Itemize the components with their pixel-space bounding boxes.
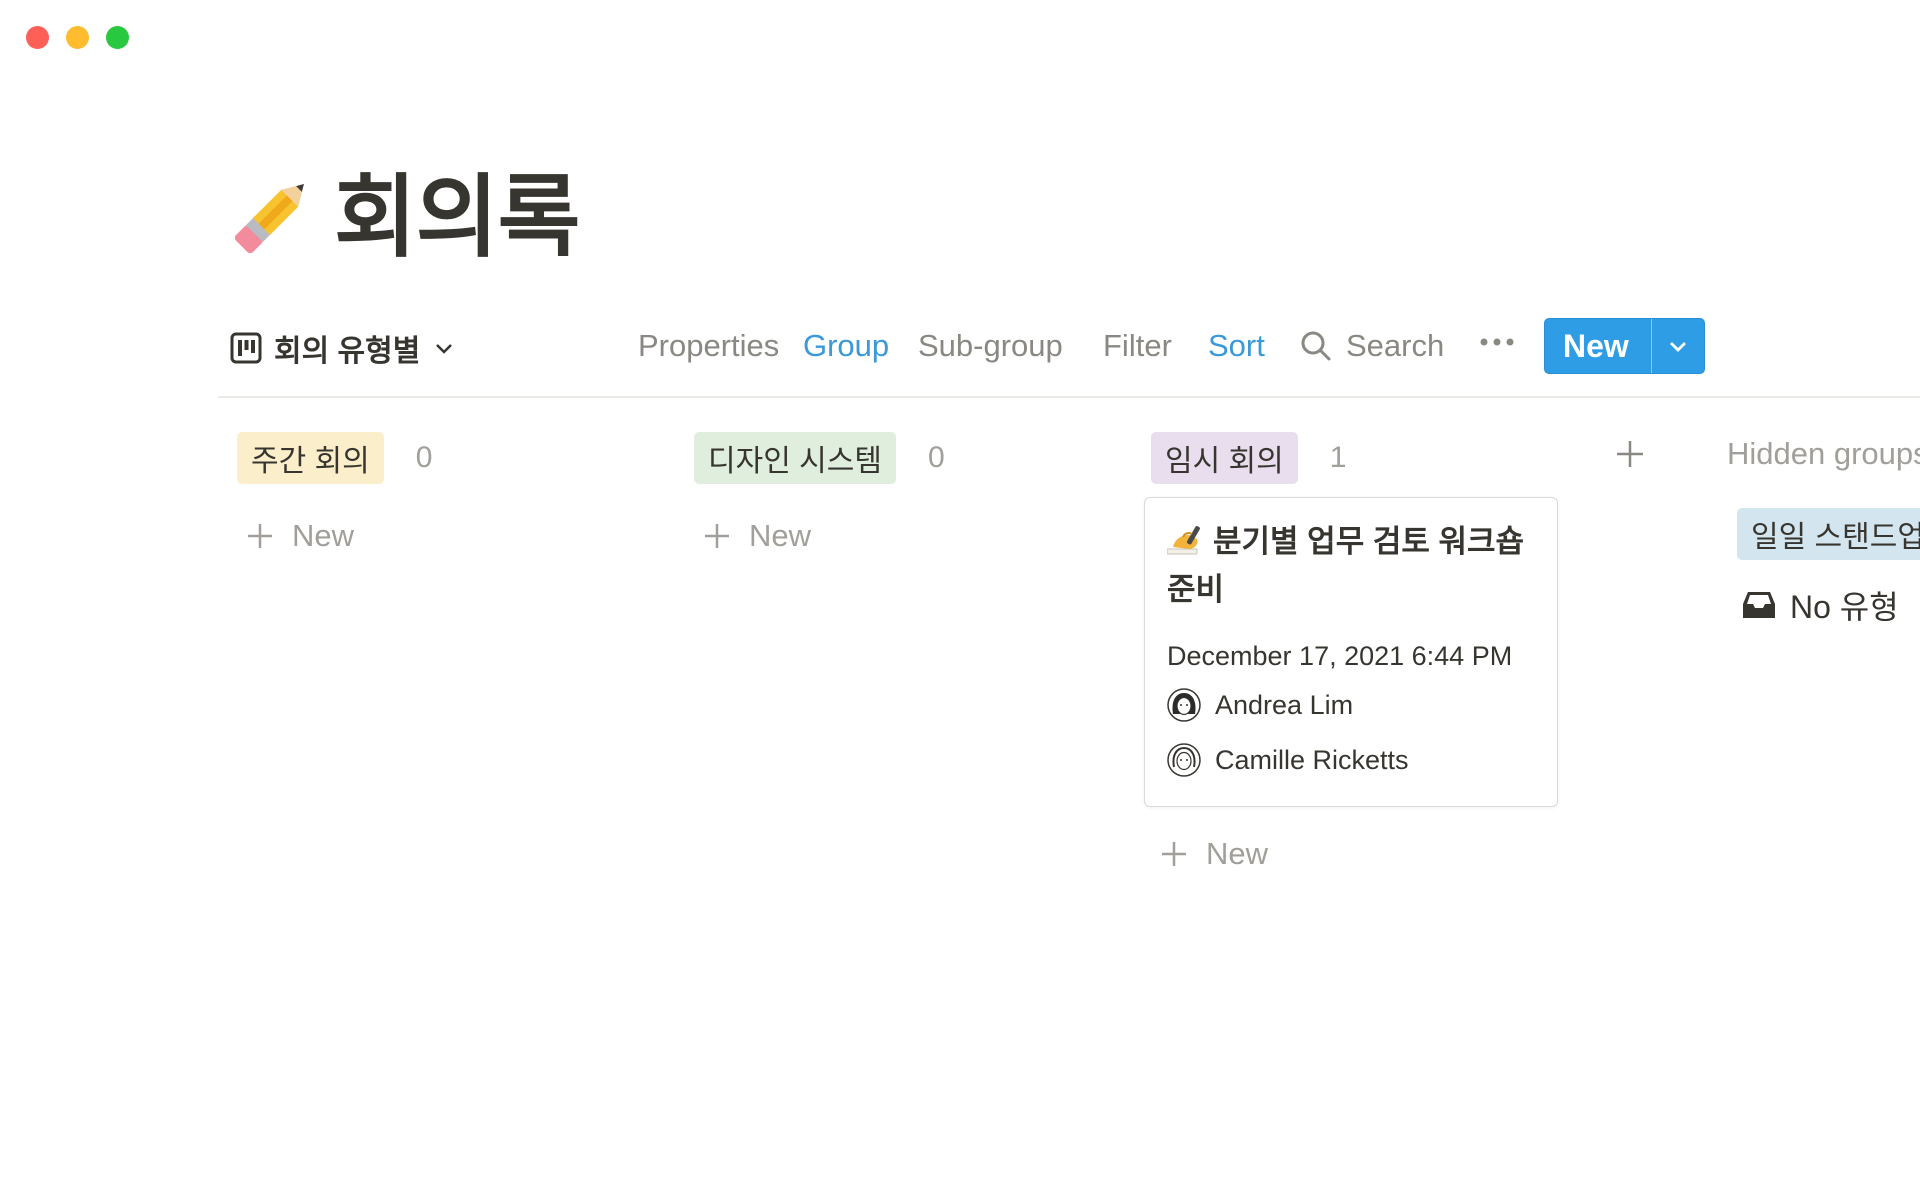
add-card-button[interactable]: New bbox=[1160, 836, 1268, 872]
card-title: 분기별 업무 검토 워크숍 준비 bbox=[1167, 518, 1537, 614]
minimize-window-button[interactable] bbox=[66, 26, 89, 49]
close-window-button[interactable] bbox=[26, 26, 49, 49]
app-window: 회의록 회의 유형별 Properties Group Sub-group Fi… bbox=[0, 0, 1920, 1200]
inbox-icon bbox=[1743, 592, 1775, 618]
person-name: Camille Ricketts bbox=[1215, 744, 1409, 775]
group-tag: 디자인 시스템 bbox=[694, 432, 896, 484]
add-card-button[interactable]: New bbox=[246, 518, 354, 554]
search-button[interactable]: Search bbox=[1300, 328, 1444, 364]
sort-button[interactable]: Sort bbox=[1208, 328, 1265, 364]
board-column-header[interactable]: 디자인 시스템 0 bbox=[694, 432, 945, 484]
card-person: Andrea Lim bbox=[1167, 688, 1353, 722]
add-card-label: New bbox=[749, 518, 812, 553]
database-toolbar: 회의 유형별 Properties Group Sub-group Filter… bbox=[218, 318, 1920, 378]
hidden-group-tag[interactable]: 일일 스탠드업 bbox=[1737, 508, 1920, 560]
window-controls bbox=[26, 26, 129, 49]
no-type-label: No 유형 bbox=[1790, 589, 1899, 625]
writing-hand-icon bbox=[1167, 526, 1200, 555]
group-count: 0 bbox=[415, 441, 433, 474]
group-tag: 임시 회의 bbox=[1151, 432, 1298, 484]
properties-button[interactable]: Properties bbox=[638, 328, 779, 364]
add-card-button[interactable]: New bbox=[703, 518, 811, 554]
plus-icon bbox=[1162, 842, 1186, 866]
toolbar-divider bbox=[218, 396, 1920, 398]
group-button[interactable]: Group bbox=[803, 328, 889, 364]
avatar-icon bbox=[1167, 743, 1201, 777]
view-switcher[interactable]: 회의 유형별 bbox=[230, 326, 454, 370]
card-person: Camille Ricketts bbox=[1167, 743, 1409, 777]
group-count: 0 bbox=[927, 441, 945, 474]
group-count: 1 bbox=[1329, 441, 1347, 474]
view-name: 회의 유형별 bbox=[274, 335, 421, 368]
filter-button[interactable]: Filter bbox=[1103, 328, 1172, 364]
add-card-label: New bbox=[292, 518, 355, 553]
hidden-group-no-type[interactable]: No 유형 bbox=[1742, 582, 1899, 628]
new-button-label[interactable]: New bbox=[1545, 319, 1651, 373]
board-column-header[interactable]: 주간 회의 0 bbox=[237, 432, 432, 484]
add-card-label: New bbox=[1206, 836, 1269, 871]
plus-icon bbox=[248, 524, 272, 548]
search-label: Search bbox=[1346, 328, 1445, 363]
hidden-groups-label: Hidden groups bbox=[1727, 436, 1920, 471]
more-options-icon[interactable] bbox=[1478, 332, 1516, 352]
chevron-down-icon bbox=[436, 344, 453, 354]
board-column-header[interactable]: 임시 회의 1 bbox=[1151, 432, 1346, 484]
group-tag: 주간 회의 bbox=[237, 432, 384, 484]
card-date: December 17, 2021 6:44 PM bbox=[1167, 641, 1513, 671]
zoom-window-button[interactable] bbox=[106, 26, 129, 49]
board-view-icon bbox=[230, 332, 262, 364]
page-header: 회의록 bbox=[222, 170, 580, 266]
new-entry-button[interactable]: New bbox=[1544, 318, 1705, 374]
search-icon bbox=[1301, 331, 1331, 361]
new-dropdown-button[interactable] bbox=[1650, 319, 1704, 373]
subgroup-button[interactable]: Sub-group bbox=[918, 328, 1063, 364]
avatar-icon bbox=[1167, 688, 1201, 722]
pencil-icon[interactable] bbox=[222, 170, 318, 266]
chevron-down-icon bbox=[1669, 342, 1686, 352]
add-group-icon[interactable] bbox=[1614, 438, 1646, 470]
card-title-text: 분기별 업무 검토 워크숍 준비 bbox=[1167, 524, 1525, 607]
page-title[interactable]: 회의록 bbox=[334, 173, 580, 263]
person-name: Andrea Lim bbox=[1215, 689, 1354, 720]
plus-icon bbox=[705, 524, 729, 548]
board-card[interactable]: 분기별 업무 검토 워크숍 준비 December 17, 2021 6:44 … bbox=[1144, 497, 1558, 807]
